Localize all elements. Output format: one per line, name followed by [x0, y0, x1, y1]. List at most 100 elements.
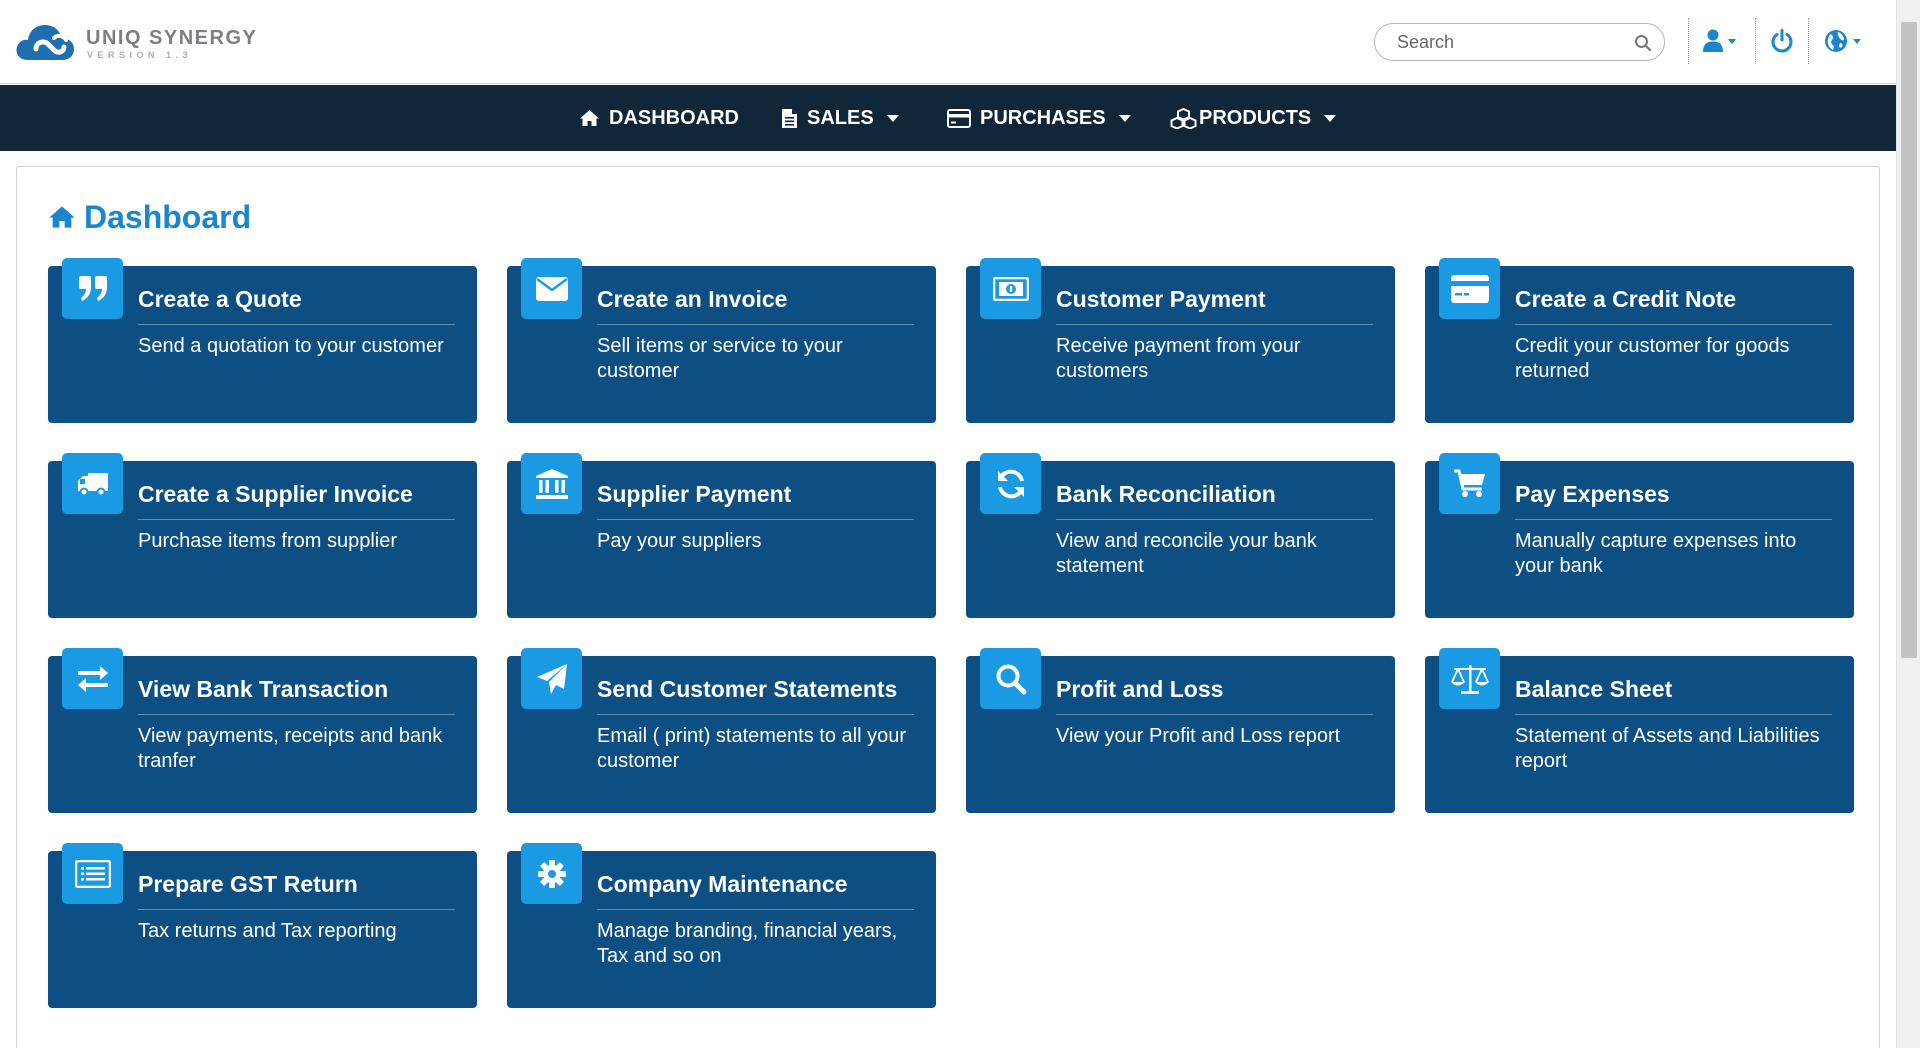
card-balance-sheet[interactable]: Balance Sheet Statement of Assets and Li…: [1425, 648, 1854, 813]
card-title: Bank Reconciliation: [1056, 481, 1276, 507]
balance-scale-icon: [1439, 648, 1500, 709]
card-description: Manage branding, financial years, Tax an…: [597, 920, 898, 967]
power-icon: [1771, 29, 1793, 53]
nav-products[interactable]: PRODUCTS: [1170, 85, 1337, 151]
search-icon[interactable]: [1634, 34, 1652, 52]
user-menu-button[interactable]: [1703, 24, 1736, 58]
search-input[interactable]: [1397, 24, 1627, 60]
app-version: VERSION 1.3: [87, 50, 193, 60]
card-description: Receive payment from your customers: [1056, 335, 1301, 382]
truck-icon: [62, 453, 123, 514]
card-prepare-gst-return[interactable]: Prepare GST Return Tax returns and Tax r…: [48, 843, 477, 1008]
vertical-scrollbar[interactable]: [1896, 0, 1920, 1048]
cubes-icon: [1170, 107, 1197, 129]
nav-label: PRODUCTS: [1199, 106, 1312, 129]
page-title-text: Dashboard: [84, 198, 252, 235]
credit-card-icon: [1439, 258, 1500, 319]
card-create-supplier-invoice[interactable]: Create a Supplier Invoice Purchase items…: [48, 453, 477, 618]
card-title: Customer Payment: [1056, 286, 1266, 312]
scrollbar-thumb[interactable]: [1901, 22, 1917, 658]
card-title: Pay Expenses: [1515, 481, 1670, 507]
header-divider: [1688, 18, 1689, 64]
search-box: [1374, 23, 1665, 61]
card-divider: [138, 519, 455, 520]
card-description: View payments, receipts and bank tranfer: [138, 725, 443, 772]
card-description: Credit your customer for goods returned: [1515, 335, 1790, 382]
nav-dashboard[interactable]: DASHBOARD: [579, 85, 739, 151]
card-create-credit-note[interactable]: Create a Credit Note Credit your custome…: [1425, 258, 1854, 423]
card-description: Manually capture expenses into your bank: [1515, 530, 1797, 577]
globe-icon: [1825, 30, 1847, 52]
envelope-icon: [521, 258, 582, 319]
card-customer-payment[interactable]: Customer Payment Receive payment from yo…: [966, 258, 1395, 423]
card-send-customer-statements[interactable]: Send Customer Statements Email ( print) …: [507, 648, 936, 813]
card-description: Email ( print) statements to all your cu…: [597, 725, 906, 772]
header-divider: [1808, 18, 1809, 64]
home-icon: [48, 205, 76, 229]
card-pay-expenses[interactable]: Pay Expenses Manually capture expenses i…: [1425, 453, 1854, 618]
card-description: View your Profit and Loss report: [1056, 725, 1341, 747]
money-icon: [980, 258, 1041, 319]
chevron-down-icon: [1853, 38, 1861, 44]
cloud-logo-icon: [16, 25, 74, 60]
cart-icon: [1439, 453, 1500, 514]
logout-button[interactable]: [1770, 24, 1794, 58]
credit-card-icon: [947, 108, 971, 128]
card-title: Balance Sheet: [1515, 676, 1673, 702]
card-description: Sell items or service to your customer: [597, 335, 843, 382]
search-icon: [980, 648, 1041, 709]
chevron-down-icon: [886, 114, 899, 122]
card-bank-reconciliation[interactable]: Bank Reconciliation View and reconcile y…: [966, 453, 1395, 618]
card-title: Create a Credit Note: [1515, 286, 1737, 312]
app-logo[interactable]: UNIQ SYNERGY VERSION 1.3: [14, 22, 264, 64]
card-divider: [1056, 714, 1373, 715]
card-profit-and-loss[interactable]: Profit and Loss View your Profit and Los…: [966, 648, 1395, 813]
user-icon: [1703, 29, 1723, 52]
language-menu-button[interactable]: [1824, 24, 1861, 58]
card-title: Profit and Loss: [1056, 676, 1224, 702]
bank-icon: [521, 453, 582, 514]
card-description: Tax returns and Tax reporting: [138, 920, 397, 942]
card-view-bank-transaction[interactable]: View Bank Transaction View payments, rec…: [48, 648, 477, 813]
card-title: Send Customer Statements: [597, 676, 898, 702]
card-title: View Bank Transaction: [138, 676, 389, 702]
card-divider: [1056, 519, 1373, 520]
nav-label: DASHBOARD: [609, 106, 739, 129]
card-description: Statement of Assets and Liabilities repo…: [1515, 725, 1820, 772]
card-divider: [138, 714, 455, 715]
card-company-maintenance[interactable]: Company Maintenance Manage branding, fin…: [507, 843, 936, 1008]
paper-plane-icon: [521, 648, 582, 709]
card-title: Create an Invoice: [597, 286, 788, 312]
chevron-down-icon: [1728, 38, 1736, 44]
card-divider: [597, 324, 914, 325]
card-description: View and reconcile your bank statement: [1056, 530, 1317, 577]
card-description: Purchase items from supplier: [138, 530, 397, 552]
app-name: UNIQ SYNERGY: [86, 27, 258, 49]
chevron-down-icon: [1324, 114, 1337, 122]
card-supplier-payment[interactable]: Supplier Payment Pay your suppliers: [507, 453, 936, 618]
card-create-invoice[interactable]: Create an Invoice Sell items or service …: [507, 258, 936, 423]
card-divider: [138, 324, 455, 325]
card-title: Create a Quote: [138, 286, 302, 312]
nav-purchases[interactable]: PURCHASES: [947, 85, 1131, 151]
nav-label: PURCHASES: [980, 106, 1106, 129]
card-divider: [1515, 714, 1832, 715]
gear-icon: [521, 843, 582, 904]
card-description: Send a quotation to your customer: [138, 335, 444, 357]
card-divider: [597, 714, 914, 715]
card-divider: [1056, 324, 1373, 325]
top-header: UNIQ SYNERGY VERSION 1.3: [0, 0, 1896, 84]
card-title: Company Maintenance: [597, 871, 848, 897]
nav-sales[interactable]: SALES: [781, 85, 899, 151]
card-description: Pay your suppliers: [597, 530, 762, 552]
main-navbar: DASHBOARD SALES PURCHASES PRODUCTS: [0, 85, 1896, 151]
quote-icon: [62, 258, 123, 319]
home-icon: [579, 109, 600, 127]
document-icon: [781, 108, 798, 129]
page-title: Dashboard: [48, 198, 251, 236]
card-divider: [597, 519, 914, 520]
exchange-icon: [62, 648, 123, 709]
card-create-quote[interactable]: Create a Quote Send a quotation to your …: [48, 258, 477, 423]
nav-label: SALES: [807, 106, 874, 129]
refresh-icon: [980, 453, 1041, 514]
